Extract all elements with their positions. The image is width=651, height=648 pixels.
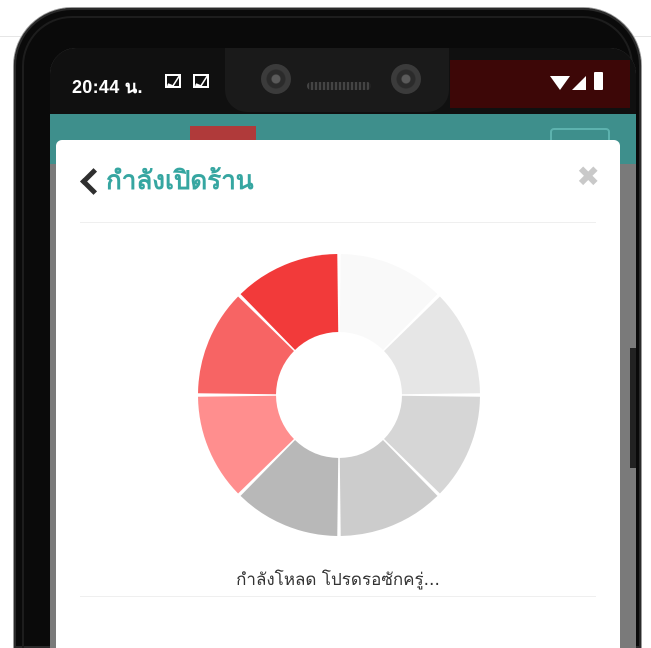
mail-icon (193, 74, 209, 88)
speaker-grille (307, 82, 371, 90)
camera-notch (225, 48, 449, 112)
wifi-icon (550, 76, 570, 90)
phone-frame: 20:44 น. กำลังเปิดร้าน ✖ กำลังโหลด โปรดร… (14, 8, 641, 648)
footer-divider (80, 596, 596, 597)
header-divider (80, 222, 596, 223)
modal-title: กำลังเปิดร้าน (106, 166, 254, 196)
signal-icon (572, 76, 586, 90)
modal-header: กำลังเปิดร้าน ✖ (56, 140, 620, 222)
status-bar: 20:44 น. (50, 48, 636, 114)
front-camera-icon (261, 64, 291, 94)
spinner-center (276, 332, 402, 458)
front-sensor-icon (391, 64, 421, 94)
opening-store-modal: กำลังเปิดร้าน ✖ กำลังโหลด โปรดรอซักครู่.… (56, 140, 620, 648)
status-icons-area (450, 60, 630, 108)
loading-spinner (198, 254, 480, 536)
phone-screen: 20:44 น. กำลังเปิดร้าน ✖ กำลังโหลด โปรดร… (50, 48, 636, 648)
battery-icon (594, 72, 603, 90)
close-icon[interactable]: ✖ (577, 160, 600, 193)
mail-icon (165, 74, 181, 88)
status-time: 20:44 น. (72, 77, 143, 97)
phone-side-button (630, 348, 636, 468)
back-icon[interactable] (80, 168, 107, 195)
loading-message: กำลังโหลด โปรดรอซักครู่... (236, 570, 440, 590)
